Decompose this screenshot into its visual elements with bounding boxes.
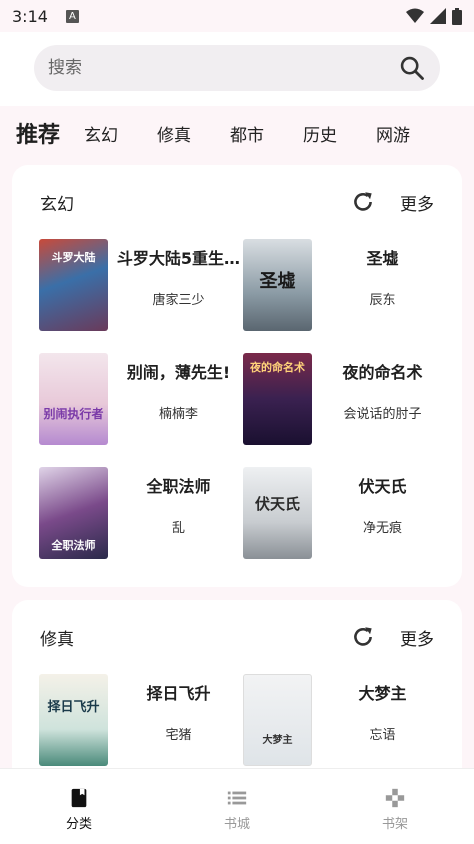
book-author: 会说话的肘子	[343, 407, 422, 422]
list-icon	[227, 791, 247, 805]
book-title[interactable]: 斗罗大陆5重生…	[117, 245, 240, 269]
book-grid: 斗罗大陆 斗罗大陆5重生… 唐家三少 圣墟 圣墟 辰东 别闹执行者 别闹，薄先生…	[12, 239, 462, 581]
book-title[interactable]: 别闹，薄先生!	[127, 359, 230, 383]
book-author: 宅猪	[165, 728, 192, 743]
book-info: 圣墟 辰东	[312, 239, 447, 353]
section-header: 修真 更多	[12, 600, 462, 674]
tab-lishi[interactable]: 历史	[303, 121, 337, 146]
book-title[interactable]: 伏天氏	[358, 473, 406, 497]
book-cover[interactable]: 夜的命名术	[243, 353, 312, 445]
tab-wangyou[interactable]: 网游	[376, 121, 410, 146]
book-author: 净无痕	[362, 521, 402, 536]
book-title[interactable]: 大梦主	[358, 680, 406, 704]
book-item[interactable]: 斗罗大陆 斗罗大陆5重生… 唐家三少	[39, 239, 243, 353]
book-author: 乱	[171, 521, 185, 536]
book-item[interactable]: 夜的命名术 夜的命名术 会说话的肘子	[243, 353, 447, 467]
more-button[interactable]: 更多	[400, 190, 434, 215]
book-title[interactable]: 择日飞升	[146, 680, 210, 704]
book-cover[interactable]: 圣墟	[243, 239, 312, 331]
section-header: 玄幻 更多	[12, 165, 462, 239]
status-bar: 3:14 A	[0, 0, 474, 32]
refresh-icon[interactable]	[350, 189, 376, 215]
book-info: 别闹，薄先生! 楠楠李	[108, 353, 243, 467]
section-title: 修真	[40, 629, 74, 650]
refresh-icon[interactable]	[350, 624, 376, 650]
book-item[interactable]: 圣墟 圣墟 辰东	[243, 239, 447, 353]
book-info: 全职法师 乱	[108, 467, 243, 581]
book-title[interactable]: 圣墟	[366, 245, 398, 269]
book-cover[interactable]: 伏天氏	[243, 467, 312, 559]
nav-label: 分类	[65, 817, 92, 832]
tab-dushi[interactable]: 都市	[230, 121, 264, 146]
bottom-nav: 分类 书城 书架	[0, 768, 474, 844]
book-cover[interactable]: 大梦主	[243, 674, 312, 766]
book-cover[interactable]: 别闹执行者	[39, 353, 108, 445]
book-author: 楠楠李	[158, 407, 198, 422]
book-cover[interactable]: 全职法师	[39, 467, 108, 559]
notification-icon: A	[65, 9, 79, 23]
nav-label: 书城	[223, 817, 250, 832]
book-info: 夜的命名术 会说话的肘子	[312, 353, 447, 467]
book-item[interactable]: 全职法师 全职法师 乱	[39, 467, 243, 581]
book-author: 唐家三少	[152, 293, 205, 308]
nav-label: 书架	[381, 817, 408, 832]
header	[0, 32, 474, 106]
book-item[interactable]: 别闹执行者 别闹，薄先生! 楠楠李	[39, 353, 243, 467]
book-info: 伏天氏 净无痕	[312, 467, 447, 581]
section-title: 玄幻	[40, 194, 74, 215]
tab-recommend[interactable]: 推荐	[16, 117, 60, 149]
nav-category[interactable]: 分类	[0, 769, 158, 844]
book-icon	[71, 788, 87, 808]
book-item[interactable]: 伏天氏 伏天氏 净无痕	[243, 467, 447, 581]
nav-bookstore[interactable]: 书城	[158, 769, 316, 844]
book-title[interactable]: 夜的命名术	[342, 359, 422, 383]
category-tabs: 推荐 玄幻 修真 都市 历史 网游	[0, 106, 474, 160]
book-info: 斗罗大陆5重生… 唐家三少	[108, 239, 243, 353]
wifi-icon	[406, 8, 424, 23]
section-card-xuanhuan: 玄幻 更多 斗罗大陆 斗罗大陆5重生… 唐家三少 圣墟 圣墟 辰东 别闹执行者 …	[12, 165, 462, 587]
book-author: 忘语	[369, 728, 396, 743]
battery-icon	[452, 7, 462, 25]
book-title[interactable]: 全职法师	[146, 473, 210, 497]
gamepad-icon	[385, 788, 405, 808]
book-cover[interactable]: 斗罗大陆	[39, 239, 108, 331]
book-cover[interactable]: 择日飞升	[39, 674, 108, 766]
status-time: 3:14	[12, 6, 48, 26]
book-author: 辰东	[369, 293, 396, 308]
search-icon[interactable]	[398, 54, 426, 82]
signal-icon	[430, 8, 446, 24]
search-input[interactable]	[48, 58, 398, 78]
nav-bookshelf[interactable]: 书架	[316, 769, 474, 844]
tab-xuanhuan[interactable]: 玄幻	[84, 121, 118, 146]
search-bar[interactable]	[34, 45, 440, 91]
tab-xiuzhen[interactable]: 修真	[157, 121, 191, 146]
more-button[interactable]: 更多	[400, 625, 434, 650]
